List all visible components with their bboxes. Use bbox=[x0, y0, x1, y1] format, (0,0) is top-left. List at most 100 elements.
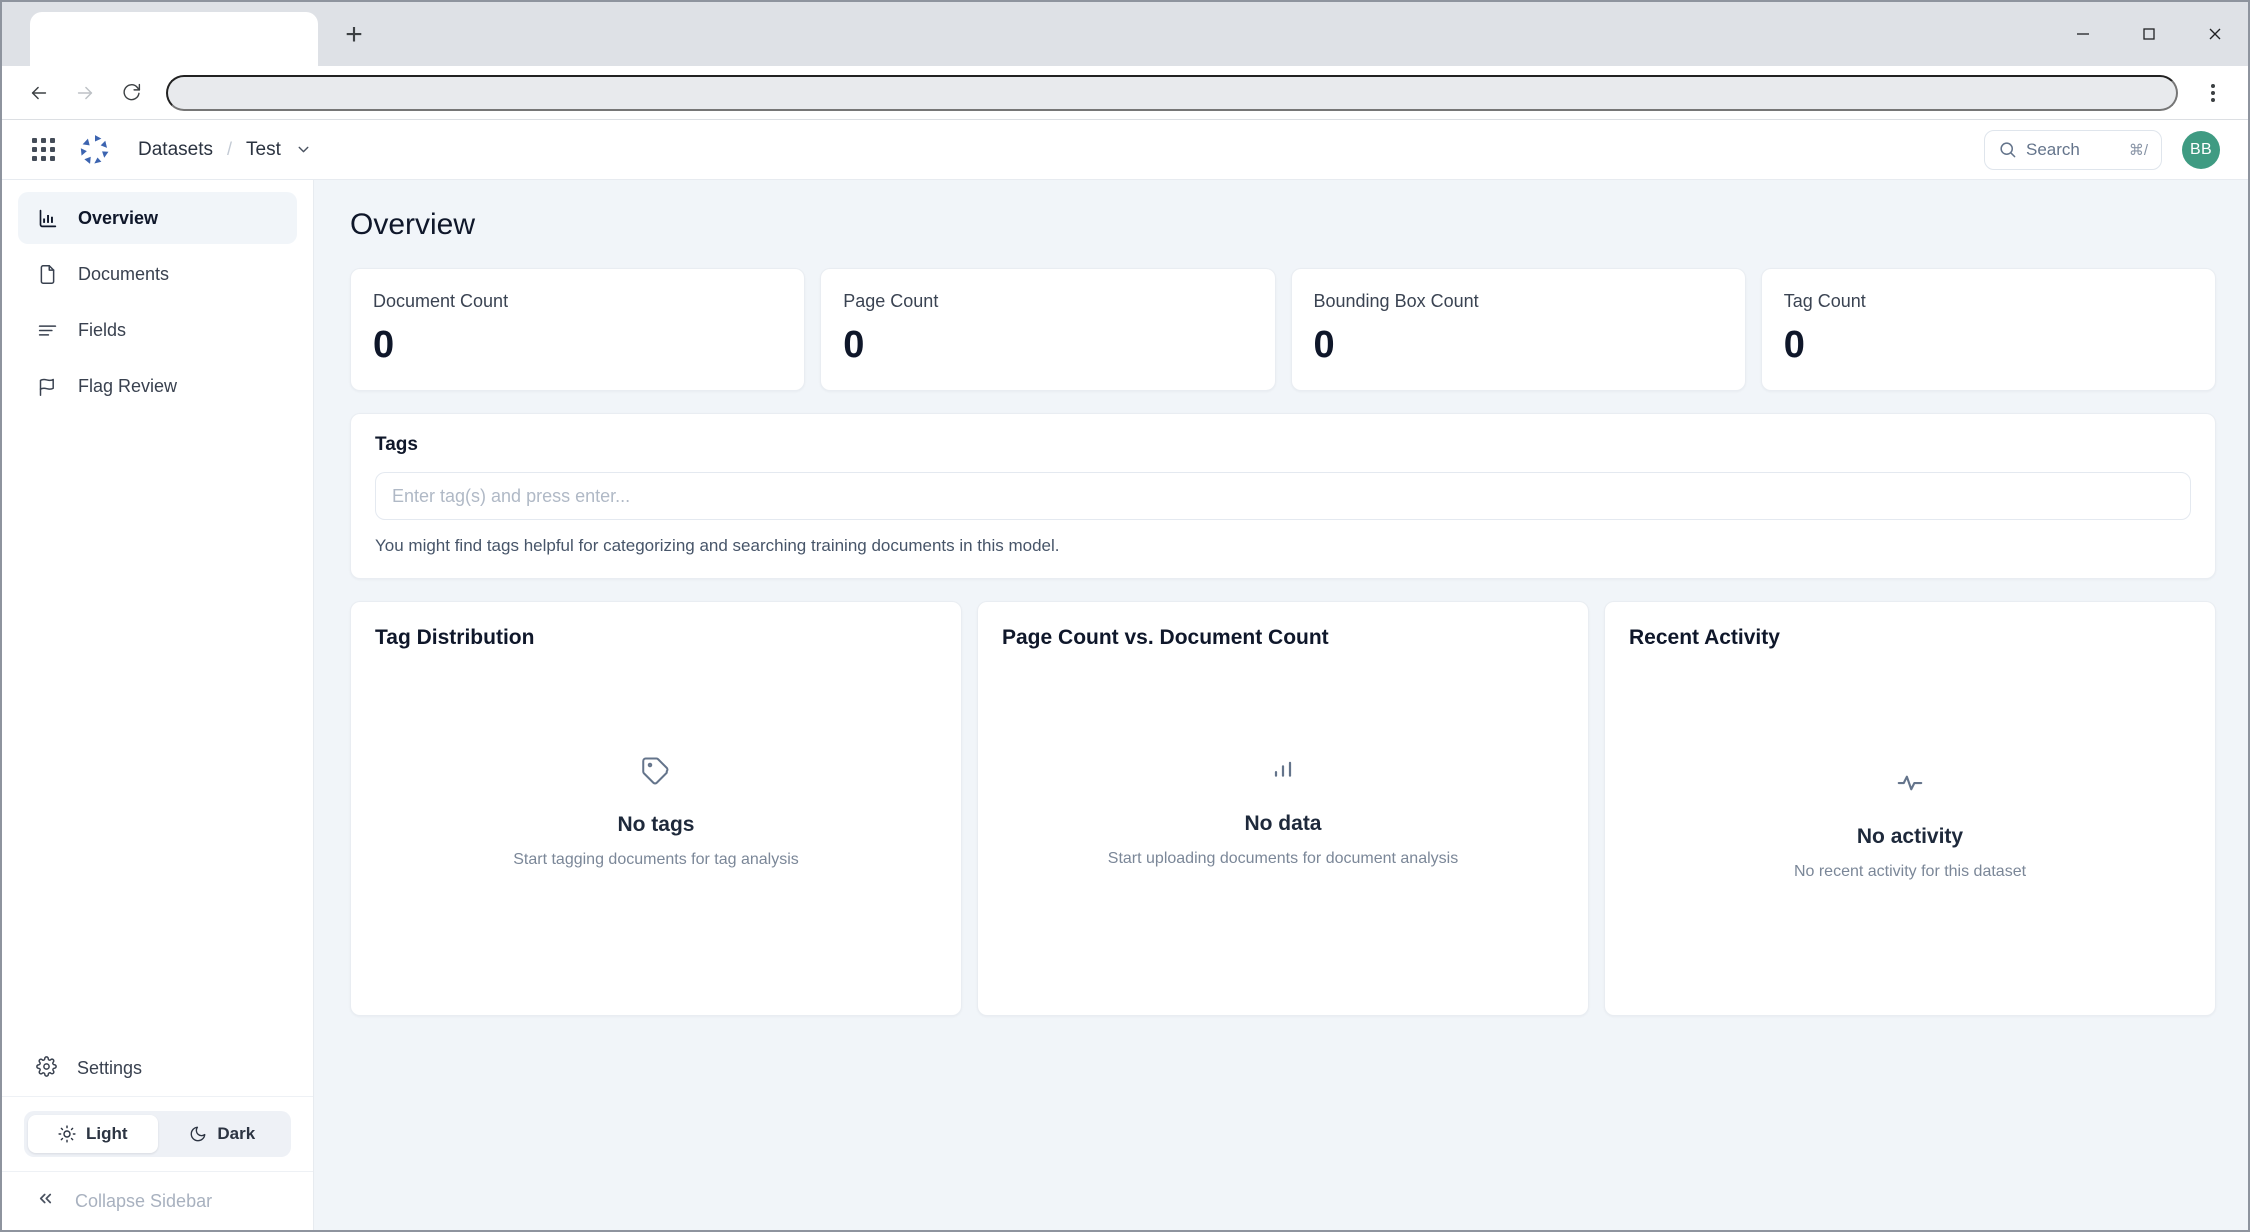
minimize-button[interactable] bbox=[2050, 2, 2116, 66]
page-title: Overview bbox=[350, 208, 2216, 242]
tags-card: Tags You might find tags helpful for cat… bbox=[350, 413, 2216, 579]
empty-state: No activity No recent activity for this … bbox=[1629, 650, 2191, 1015]
brand-logo-icon[interactable] bbox=[78, 133, 112, 167]
window-controls bbox=[2050, 2, 2248, 66]
breadcrumb: Datasets / Test bbox=[138, 139, 312, 161]
bar-chart-icon bbox=[36, 207, 58, 229]
search-placeholder: Search bbox=[2026, 140, 2080, 160]
theme-light-button[interactable]: Light bbox=[28, 1115, 158, 1153]
moon-icon bbox=[189, 1125, 207, 1143]
stat-card-document-count: Document Count 0 bbox=[350, 268, 805, 391]
empty-subtitle: Start tagging documents for tag analysis bbox=[513, 851, 799, 869]
panel-recent-activity: Recent Activity No activity No recent ac… bbox=[1604, 601, 2216, 1016]
theme-dark-label: Dark bbox=[217, 1124, 255, 1144]
panel-title: Tag Distribution bbox=[375, 626, 937, 650]
new-tab-button[interactable]: + bbox=[326, 8, 382, 62]
sidebar-item-settings[interactable]: Settings bbox=[2, 1041, 313, 1097]
stat-value: 0 bbox=[1314, 326, 1723, 364]
back-arrow-icon bbox=[28, 82, 50, 104]
app-body: Overview Documents Fields bbox=[2, 180, 2248, 1230]
sidebar-nav: Overview Documents Fields bbox=[2, 192, 313, 412]
reload-icon bbox=[121, 82, 142, 103]
sidebar-item-fields[interactable]: Fields bbox=[18, 304, 297, 356]
breadcrumb-dropdown-button[interactable] bbox=[295, 141, 312, 158]
forward-arrow-icon bbox=[74, 82, 96, 104]
sidebar-settings-label: Settings bbox=[77, 1058, 142, 1079]
url-input[interactable] bbox=[166, 75, 2178, 111]
sidebar: Overview Documents Fields bbox=[2, 180, 314, 1230]
sidebar-item-label: Fields bbox=[78, 320, 126, 341]
apps-grid-icon[interactable] bbox=[30, 137, 56, 163]
browser-menu-button[interactable] bbox=[2194, 74, 2232, 112]
stat-label: Page Count bbox=[843, 291, 1252, 312]
close-icon bbox=[2207, 26, 2223, 42]
browser-tabstrip: + bbox=[2, 2, 2248, 66]
kebab-dot bbox=[2211, 84, 2215, 88]
empty-title: No tags bbox=[617, 813, 694, 837]
stat-card-tag-count: Tag Count 0 bbox=[1761, 268, 2216, 391]
sidebar-item-overview[interactable]: Overview bbox=[18, 192, 297, 244]
sidebar-item-flag-review[interactable]: Flag Review bbox=[18, 360, 297, 412]
sidebar-item-label: Flag Review bbox=[78, 376, 177, 397]
minimize-icon bbox=[2075, 26, 2091, 42]
kebab-dot bbox=[2211, 91, 2215, 95]
stat-label: Document Count bbox=[373, 291, 782, 312]
activity-pulse-icon bbox=[1895, 768, 1925, 803]
breadcrumb-current[interactable]: Test bbox=[246, 139, 281, 161]
breadcrumb-separator: / bbox=[227, 139, 232, 160]
maximize-icon bbox=[2141, 26, 2157, 42]
list-lines-icon bbox=[36, 319, 58, 341]
back-button[interactable] bbox=[20, 74, 58, 112]
stat-value: 0 bbox=[1784, 326, 2193, 364]
stat-card-page-count: Page Count 0 bbox=[820, 268, 1275, 391]
application-root: Datasets / Test Search ⌘/ BB bbox=[2, 120, 2248, 1230]
app-header: Datasets / Test Search ⌘/ BB bbox=[2, 120, 2248, 180]
close-button[interactable] bbox=[2182, 2, 2248, 66]
panel-title: Page Count vs. Document Count bbox=[1002, 626, 1564, 650]
browser-toolbar bbox=[2, 66, 2248, 120]
document-icon bbox=[36, 263, 58, 285]
reload-button[interactable] bbox=[112, 74, 150, 112]
empty-state: No data Start uploading documents for do… bbox=[1002, 650, 1564, 1015]
empty-state: No tags Start tagging documents for tag … bbox=[375, 650, 937, 1015]
search-input[interactable]: Search ⌘/ bbox=[1984, 130, 2162, 170]
app-header-right: Search ⌘/ BB bbox=[1984, 130, 2220, 170]
panel-tag-distribution: Tag Distribution No tags Start tagging d… bbox=[350, 601, 962, 1016]
panel-title: Recent Activity bbox=[1629, 626, 2191, 650]
theme-toggle: Light Dark bbox=[2, 1097, 313, 1172]
collapse-sidebar-label: Collapse Sidebar bbox=[75, 1191, 212, 1212]
avatar-initials: BB bbox=[2190, 141, 2212, 159]
stat-label: Bounding Box Count bbox=[1314, 291, 1723, 312]
browser-tab-title bbox=[30, 12, 318, 28]
panel-page-count-vs-document-count: Page Count vs. Document Count No data St… bbox=[977, 601, 1589, 1016]
panels-row: Tag Distribution No tags Start tagging d… bbox=[350, 601, 2216, 1016]
breadcrumb-root[interactable]: Datasets bbox=[138, 139, 213, 161]
empty-subtitle: Start uploading documents for document a… bbox=[1108, 850, 1458, 868]
sidebar-item-documents[interactable]: Documents bbox=[18, 248, 297, 300]
tags-help-text: You might find tags helpful for categori… bbox=[375, 536, 2191, 556]
maximize-button[interactable] bbox=[2116, 2, 2182, 66]
forward-button[interactable] bbox=[66, 74, 104, 112]
avatar[interactable]: BB bbox=[2182, 131, 2220, 169]
gear-icon bbox=[36, 1056, 57, 1082]
stat-value: 0 bbox=[843, 326, 1252, 364]
sidebar-item-label: Overview bbox=[78, 208, 158, 229]
chevron-down-icon bbox=[295, 141, 312, 158]
sidebar-item-label: Documents bbox=[78, 264, 169, 285]
empty-title: No data bbox=[1244, 812, 1321, 836]
tags-input[interactable] bbox=[375, 472, 2191, 520]
collapse-sidebar-button[interactable]: Collapse Sidebar bbox=[2, 1172, 313, 1230]
stats-row: Document Count 0 Page Count 0 Bounding B… bbox=[350, 268, 2216, 391]
empty-title: No activity bbox=[1857, 825, 1963, 849]
theme-segmented-control: Light Dark bbox=[24, 1111, 291, 1157]
browser-window: + bbox=[0, 0, 2250, 1232]
sun-icon bbox=[58, 1125, 76, 1143]
theme-light-label: Light bbox=[86, 1124, 128, 1144]
theme-dark-button[interactable]: Dark bbox=[158, 1115, 288, 1153]
stat-card-bounding-box-count: Bounding Box Count 0 bbox=[1291, 268, 1746, 391]
tags-label: Tags bbox=[375, 434, 2191, 456]
main-content: Overview Document Count 0 Page Count 0 B… bbox=[314, 180, 2248, 1230]
empty-subtitle: No recent activity for this dataset bbox=[1794, 863, 2026, 881]
bar-chart-icon bbox=[1269, 757, 1297, 790]
browser-tab[interactable] bbox=[30, 12, 318, 66]
